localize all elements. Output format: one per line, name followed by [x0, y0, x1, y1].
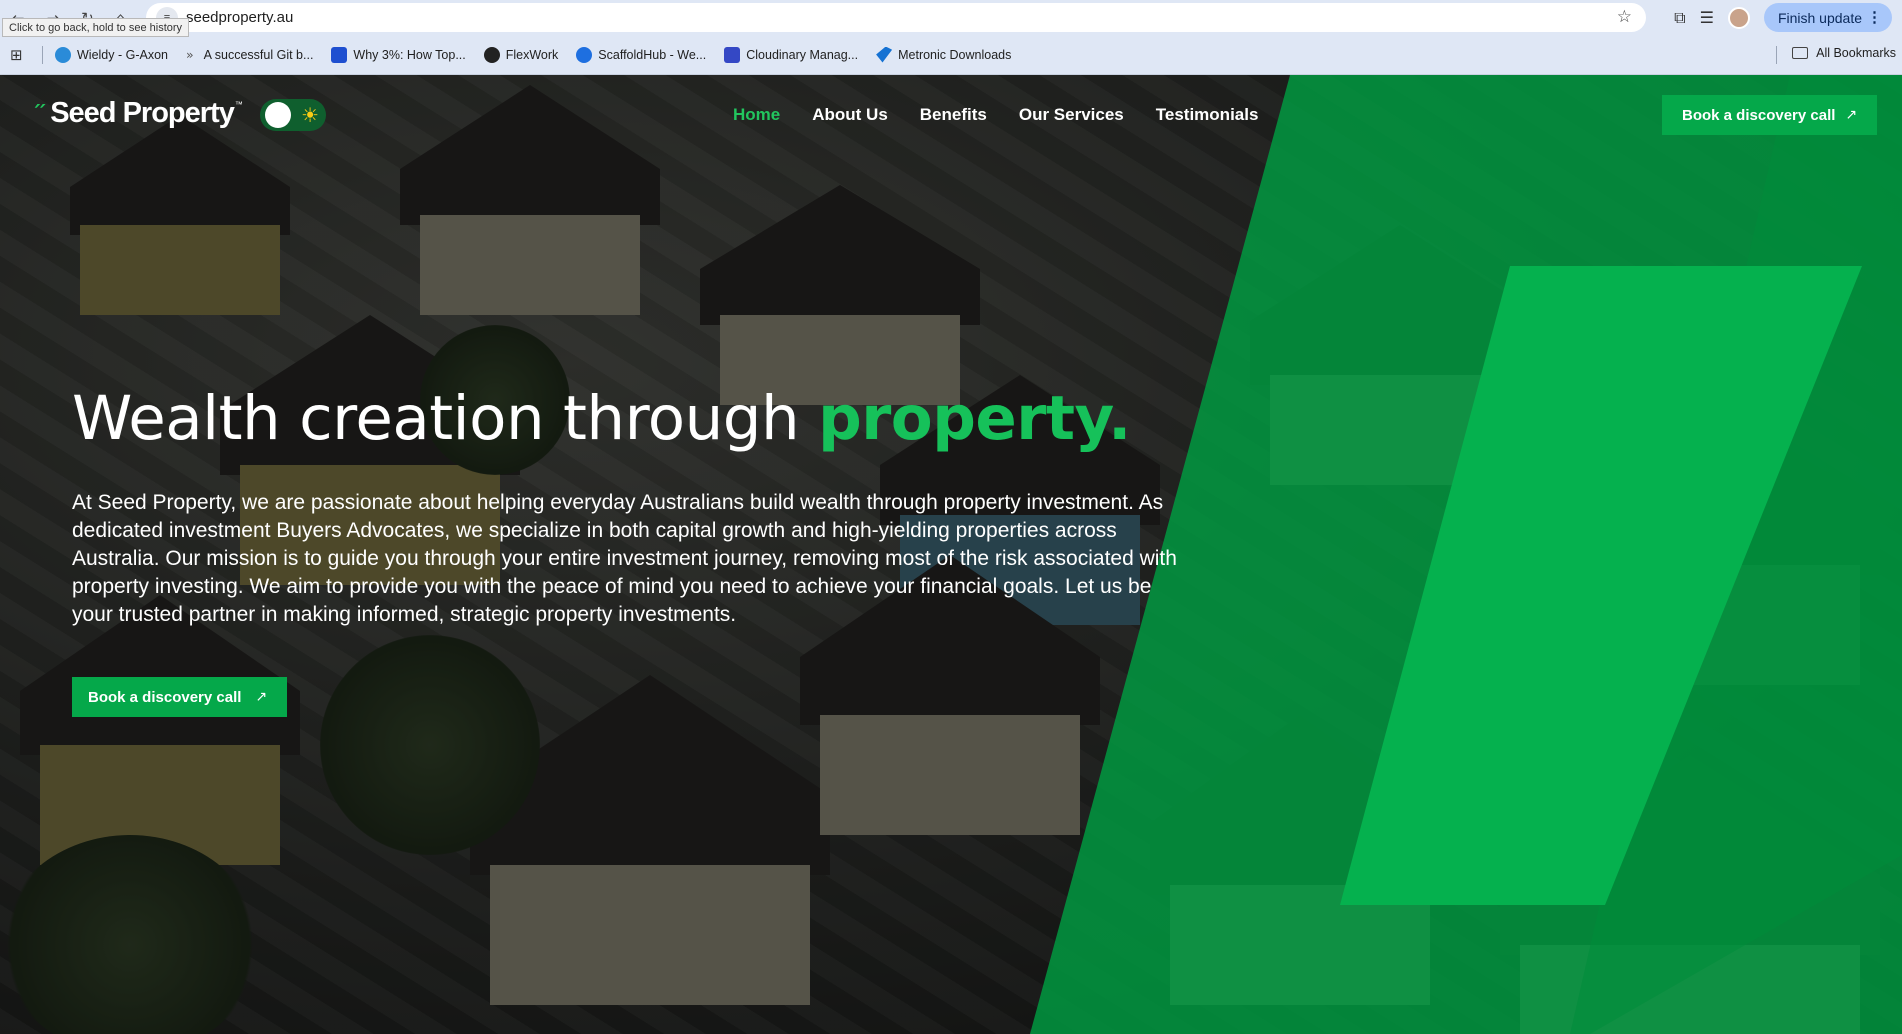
nav-item-testimonials[interactable]: Testimonials — [1156, 105, 1259, 125]
hero-book-call-button[interactable]: Book a discovery call ↗ — [72, 677, 288, 717]
bookmark-label: Why 3%: How Top... — [353, 47, 466, 62]
finish-update-button[interactable]: Finish update ⋮ — [1763, 3, 1892, 32]
profile-avatar[interactable] — [1727, 6, 1750, 29]
all-bookmarks-label: All Bookmarks — [1816, 46, 1896, 60]
toggle-knob — [265, 102, 291, 128]
extensions-icon[interactable]: ⧉ — [1674, 8, 1685, 28]
header-cta-label: Book a discovery call — [1682, 106, 1836, 124]
header-book-call-button[interactable]: Book a discovery call ↗ — [1662, 95, 1878, 135]
hero-title-accent: property. — [818, 383, 1131, 454]
all-bookmarks-separator — [1776, 46, 1777, 64]
page-viewport: ״ Seed Property ™ ☀ Home About Us Benefi… — [0, 75, 1902, 1034]
bookmark-scaffoldhub[interactable]: ScaffoldHub - We... — [576, 46, 707, 63]
apps-grid-icon[interactable]: ⊞ — [10, 46, 28, 64]
nav-item-about-us[interactable]: About Us — [812, 105, 888, 125]
bookmark-cloudinary[interactable]: Cloudinary Manag... — [724, 46, 859, 63]
bookmark-metronic[interactable]: Metronic Downloads — [876, 46, 1012, 63]
more-menu-icon[interactable]: ⋮ — [1867, 8, 1882, 26]
logo-text: Seed Property — [50, 97, 235, 129]
flexwork-favicon-icon — [483, 46, 500, 63]
reading-list-icon[interactable]: ☰ — [1700, 8, 1714, 27]
sun-icon: ☀ — [301, 103, 319, 127]
bookmark-label: Wieldy - G-Axon — [77, 47, 168, 62]
cloudinary-favicon-icon — [724, 46, 741, 63]
logo-trademark: ™ — [234, 100, 243, 109]
address-bar[interactable]: ≡ seedproperty.au ☆ — [146, 3, 1646, 32]
nav-item-our-services[interactable]: Our Services — [1019, 105, 1124, 125]
back-button-tooltip: Click to go back, hold to see history — [2, 18, 190, 37]
bookmark-why-3[interactable]: Why 3%: How Top... — [331, 46, 466, 63]
bookmarks-separator — [42, 45, 43, 64]
metronic-favicon-icon — [876, 46, 893, 63]
folder-icon — [1792, 47, 1809, 59]
seed-sprout-icon: ״ — [33, 95, 48, 120]
bookmark-label: A successful Git b... — [203, 47, 314, 62]
bookmark-wieldy[interactable]: Wieldy - G-Axon — [55, 46, 168, 63]
bookmark-flexwork[interactable]: FlexWork — [483, 46, 559, 63]
bookmark-label: FlexWork — [505, 47, 559, 62]
nav-item-benefits[interactable]: Benefits — [920, 105, 987, 125]
finish-update-label: Finish update — [1777, 9, 1862, 26]
nav-item-home[interactable]: Home — [733, 105, 780, 125]
all-bookmarks-button[interactable]: All Bookmarks — [1792, 46, 1896, 60]
arrow-up-right-icon: ↗ — [1845, 107, 1858, 123]
scaffoldhub-favicon-icon — [576, 46, 593, 63]
bookmark-label: Metronic Downloads — [898, 47, 1012, 62]
theme-toggle[interactable]: ☀ — [260, 99, 326, 131]
hero-title: Wealth creation through property. — [72, 383, 1131, 454]
chevron-right-icon: » — [186, 47, 194, 62]
site-logo[interactable]: ״ Seed Property ™ — [33, 95, 243, 130]
hero-title-main: Wealth creation through — [72, 383, 819, 454]
main-nav: Home About Us Benefits Our Services Test… — [733, 105, 1258, 125]
toolbar-actions: ⧉ ☰ Finish update ⋮ — [1674, 0, 1902, 35]
wieldy-favicon-icon — [55, 46, 71, 63]
bookmark-git[interactable]: A successful Git b... — [204, 48, 314, 62]
bookmarks-bar: ⊞ Wieldy - G-Axon » A successful Git b..… — [0, 35, 1902, 75]
why3-favicon-icon — [331, 46, 348, 63]
hero-paragraph: At Seed Property, we are passionate abou… — [72, 491, 1177, 626]
url-text[interactable]: seedproperty.au — [186, 9, 293, 26]
bookmark-label: Cloudinary Manag... — [746, 47, 859, 62]
bookmark-label: ScaffoldHub - We... — [598, 47, 707, 62]
hero-cta-label: Book a discovery call — [88, 688, 242, 706]
arrow-up-right-icon: ↗ — [255, 689, 268, 705]
bookmark-star-icon[interactable]: ☆ — [1617, 7, 1632, 27]
browser-toolbar: ← → ↻ ⌂ ≡ seedproperty.au ☆ Click to go … — [0, 0, 1902, 37]
